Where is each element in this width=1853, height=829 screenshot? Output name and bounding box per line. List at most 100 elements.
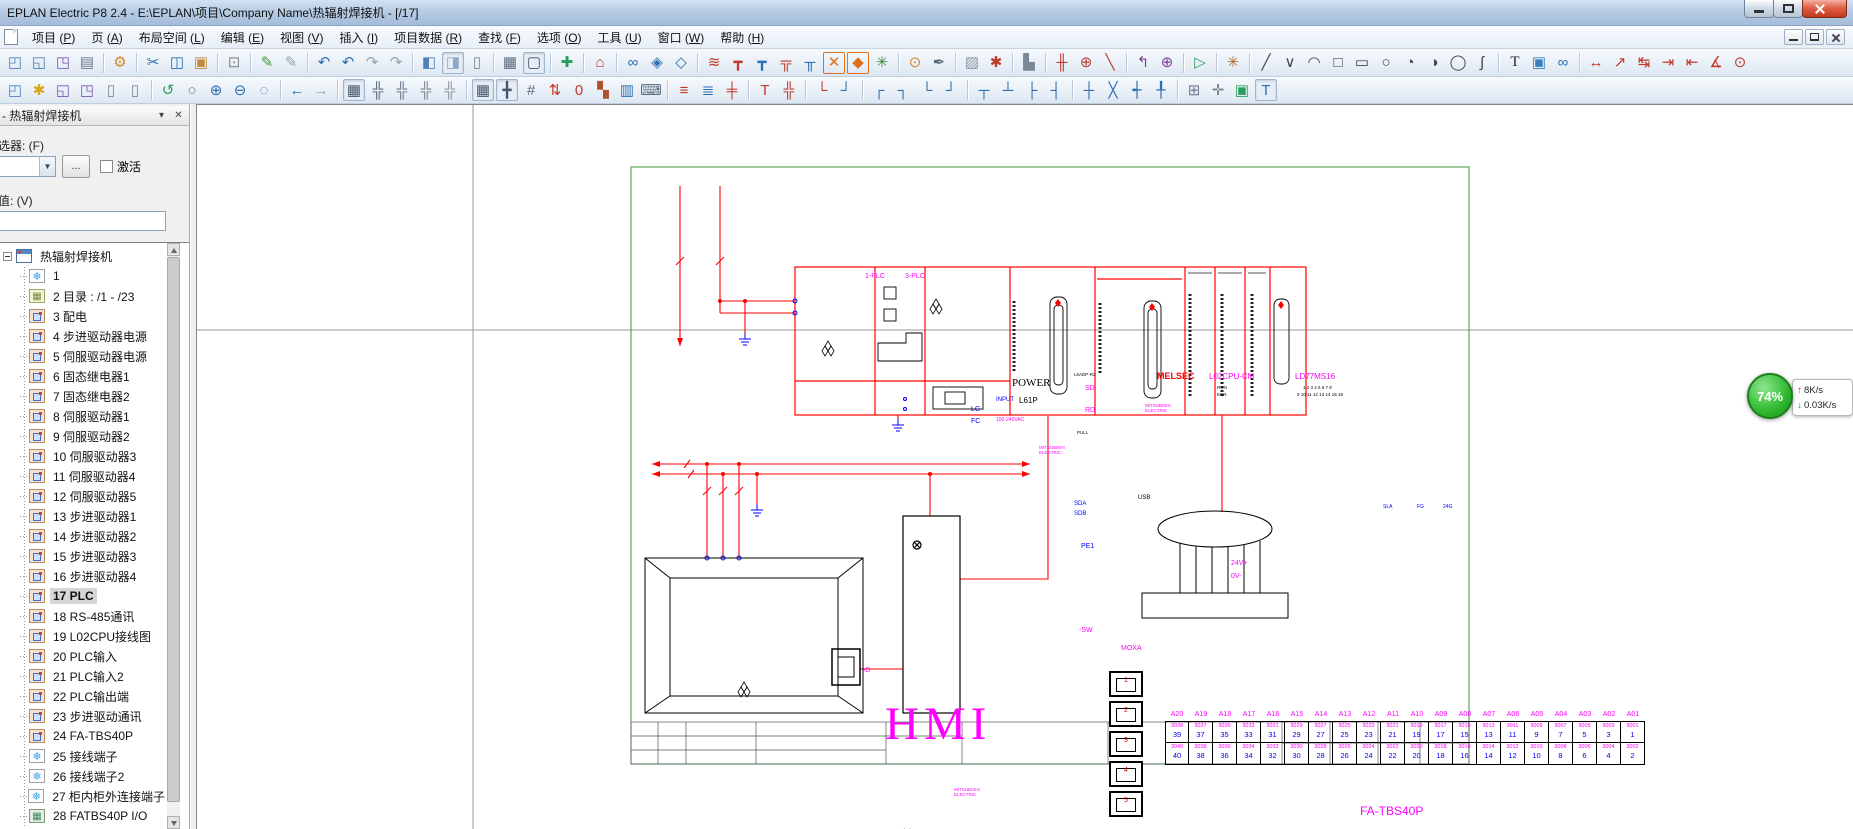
potential-point-icon[interactable]: ◆	[847, 52, 869, 74]
grid-size-a-icon[interactable]: ▦	[343, 79, 365, 101]
tree-item-22[interactable]: 22 PLC输出端	[0, 686, 168, 706]
terminal-column-A14[interactable]: A14302727302828	[1309, 708, 1333, 765]
draw-arc-by-points-icon[interactable]: ◔	[1399, 52, 1421, 74]
conn-cross-icon[interactable]: ┼	[1078, 79, 1100, 101]
align-connections-2-icon[interactable]: ≣	[697, 79, 719, 101]
draw-line-icon[interactable]: ╱	[1255, 52, 1277, 74]
insert-symbol-icon[interactable]: ∞	[622, 52, 644, 74]
settings-wrench-icon[interactable]: ⚙	[109, 52, 131, 74]
connection-point-3-icon[interactable]: ╦	[775, 52, 797, 74]
conn-corner-3-icon[interactable]: └	[916, 79, 938, 101]
menu-W[interactable]: 窗口 (W)	[650, 28, 713, 48]
format-brush-assign-icon[interactable]: ✎	[256, 52, 278, 74]
grid-display-icon[interactable]: #	[520, 79, 542, 101]
menu-V[interactable]: 视图 (V)	[272, 28, 331, 48]
page-open-2-icon[interactable]: ◱	[52, 79, 74, 101]
draw-rect-rounded-icon[interactable]: ▭	[1351, 52, 1373, 74]
meter-symbol-icon[interactable]: ⊙	[904, 52, 926, 74]
page-back-icon[interactable]: ←	[286, 79, 308, 101]
terminal-column-A07[interactable]: A07301313301414	[1477, 708, 1501, 765]
tree-item-2[interactable]: ▦2 目录 : /1 - /23	[0, 286, 168, 306]
draw-circle-icon[interactable]: ○	[1375, 52, 1397, 74]
dim-angle-icon[interactable]: ∡	[1705, 52, 1727, 74]
tree-item-3[interactable]: 3 配电	[0, 306, 168, 326]
combobox-arrow-icon[interactable]: ▼	[39, 157, 55, 176]
marquee-select-icon[interactable]: ⊡	[223, 52, 245, 74]
menu-U[interactable]: 工具 (U)	[590, 28, 650, 48]
snap-points-icon[interactable]: ╋	[496, 79, 518, 101]
scrollbar-up-arrow[interactable]	[167, 243, 180, 256]
grid-size-d-icon[interactable]: ╬	[415, 79, 437, 101]
format-brush-apply-icon[interactable]: ✎	[280, 52, 302, 74]
panel-splitter[interactable]	[190, 104, 197, 829]
tree-item-5[interactable]: 5 伺服驱动器电源	[0, 346, 168, 366]
value-input[interactable]	[0, 211, 166, 231]
page-forward-icon[interactable]: →	[310, 79, 332, 101]
terminal-column-A08[interactable]: A08301515301616	[1453, 708, 1477, 765]
tree-item-10[interactable]: 10 伺服驱动器3	[0, 446, 168, 466]
tree-item-6[interactable]: 6 固态继电器1	[0, 366, 168, 386]
zero-point-icon[interactable]: 0	[568, 79, 590, 101]
terminal-column-A15[interactable]: A15302929303030	[1285, 708, 1309, 765]
terminal-strip-fa-tbs40p[interactable]: A20303939304040A19303737303838A183035353…	[1165, 708, 1645, 765]
insert-window-icon[interactable]: ▦	[499, 52, 521, 74]
corner-tool-red-icon[interactable]: └	[811, 79, 833, 101]
draw-polyline-icon[interactable]: ∨	[1279, 52, 1301, 74]
scrollbar-down-arrow[interactable]	[167, 816, 180, 829]
title-bar[interactable]: EPLAN Electric P8 2.4 - E:\EPLAN\项目\Comp…	[0, 0, 1853, 26]
menu-A[interactable]: 页 (A)	[83, 28, 130, 48]
child-close-button[interactable]	[1826, 29, 1845, 45]
tree-item-24[interactable]: 24 FA-TBS40P	[0, 726, 168, 746]
page-new-special-icon[interactable]: ✱	[28, 79, 50, 101]
menu-E[interactable]: 编辑 (E)	[213, 28, 272, 48]
terminal-column-A11[interactable]: A11302121302222	[1381, 708, 1405, 765]
tree-item-9[interactable]: 9 伺服驱动器2	[0, 426, 168, 446]
angle-tool-icon[interactable]: ↰	[1132, 52, 1154, 74]
memory-usage-badge[interactable]: 74%	[1747, 373, 1793, 419]
star-marquee-icon[interactable]: ✱	[985, 52, 1007, 74]
conn-t-down-icon[interactable]: ┬	[973, 79, 995, 101]
text-box-tool-icon[interactable]: T	[1255, 79, 1277, 101]
doc-properties-1-icon[interactable]: ▯	[100, 79, 122, 101]
tree-item-21[interactable]: 21 PLC输入2	[0, 666, 168, 686]
insert-macro-box-icon[interactable]: ◇	[670, 52, 692, 74]
insert-device-icon[interactable]: ✚	[556, 52, 578, 74]
terminal-column-A18[interactable]: A18303535303636	[1213, 708, 1237, 765]
dim-limit-icon[interactable]: ⇤	[1681, 52, 1703, 74]
panel-close-icon[interactable]: ✕	[171, 109, 186, 123]
child-minimize-button[interactable]	[1784, 29, 1803, 45]
corner-tool-blue-icon[interactable]: ┘	[835, 79, 857, 101]
connection-point-2-icon[interactable]: ┳	[751, 52, 773, 74]
insert-cable-icon[interactable]: ≋	[703, 52, 725, 74]
align-connections-3-icon[interactable]: ╪	[721, 79, 743, 101]
doc-properties-2-icon[interactable]: ▯	[124, 79, 146, 101]
shopping-cart-tool-icon[interactable]: ▣	[1231, 79, 1253, 101]
menu-I[interactable]: 插入 (I)	[331, 28, 386, 48]
connection-point-1-icon[interactable]: ┳	[727, 52, 749, 74]
terminal-column-A06[interactable]: A06301111301212	[1501, 708, 1525, 765]
terminal-column-A04[interactable]: A043007730088	[1549, 708, 1573, 765]
tree-item-12[interactable]: 12 伺服驱动器5	[0, 486, 168, 506]
undo-icon[interactable]: ↶	[313, 52, 335, 74]
tree-item-23[interactable]: 23 步进驱动通讯	[0, 706, 168, 726]
zoom-out-icon[interactable]: ⊖	[229, 79, 251, 101]
tree-item-19[interactable]: 19 L02CPU接线图	[0, 626, 168, 646]
draw-spline-icon[interactable]: ∫	[1471, 52, 1493, 74]
dim-radius-icon[interactable]: ⊙	[1729, 52, 1751, 74]
panel-dropdown-icon[interactable]: ▾	[154, 109, 169, 123]
menu-R[interactable]: 项目数据 (R)	[386, 28, 470, 48]
logic-grid-icon[interactable]: ▚	[592, 79, 614, 101]
grid-size-e-icon[interactable]: ╬	[439, 79, 461, 101]
redo-list-icon[interactable]: ↷	[385, 52, 407, 74]
tree-item-17[interactable]: 17 PLC	[0, 586, 168, 606]
insert-macro-icon[interactable]: ◈	[646, 52, 668, 74]
menu-L[interactable]: 布局空间 (L)	[131, 28, 213, 48]
filter-combobox[interactable]: 默认 ▼	[0, 156, 56, 177]
position-tool-icon[interactable]: ✛	[1207, 79, 1229, 101]
zoom-in-icon[interactable]: ⊕	[205, 79, 227, 101]
terminal-column-A13[interactable]: A13302525302626	[1333, 708, 1357, 765]
document-icon[interactable]	[4, 29, 18, 45]
terminal-column-A03[interactable]: A033005530066	[1573, 708, 1597, 765]
dim-linear-icon[interactable]: ↔	[1585, 52, 1607, 74]
close-button[interactable]	[1802, 0, 1847, 18]
